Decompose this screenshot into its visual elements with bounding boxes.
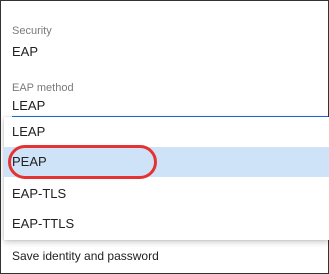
eap-method-label: EAP method: [12, 82, 74, 94]
dropdown-option-eap-ttls[interactable]: EAP-TTLS: [4, 209, 329, 239]
wifi-settings-panel: Security EAP EAP method LEAP LEAP PEAP E…: [0, 0, 329, 274]
dropdown-option-peap[interactable]: PEAP: [4, 147, 329, 177]
dropdown-option-eap-tls[interactable]: EAP-TLS: [4, 179, 329, 209]
security-value: EAP: [12, 44, 39, 59]
save-identity-label[interactable]: Save identity and password: [12, 249, 159, 263]
eap-method-value: LEAP: [12, 98, 46, 113]
security-label: Security: [12, 25, 52, 37]
eap-method-dropdown: LEAP PEAP EAP-TLS EAP-TTLS: [4, 117, 329, 240]
dropdown-option-leap[interactable]: LEAP: [4, 117, 329, 147]
